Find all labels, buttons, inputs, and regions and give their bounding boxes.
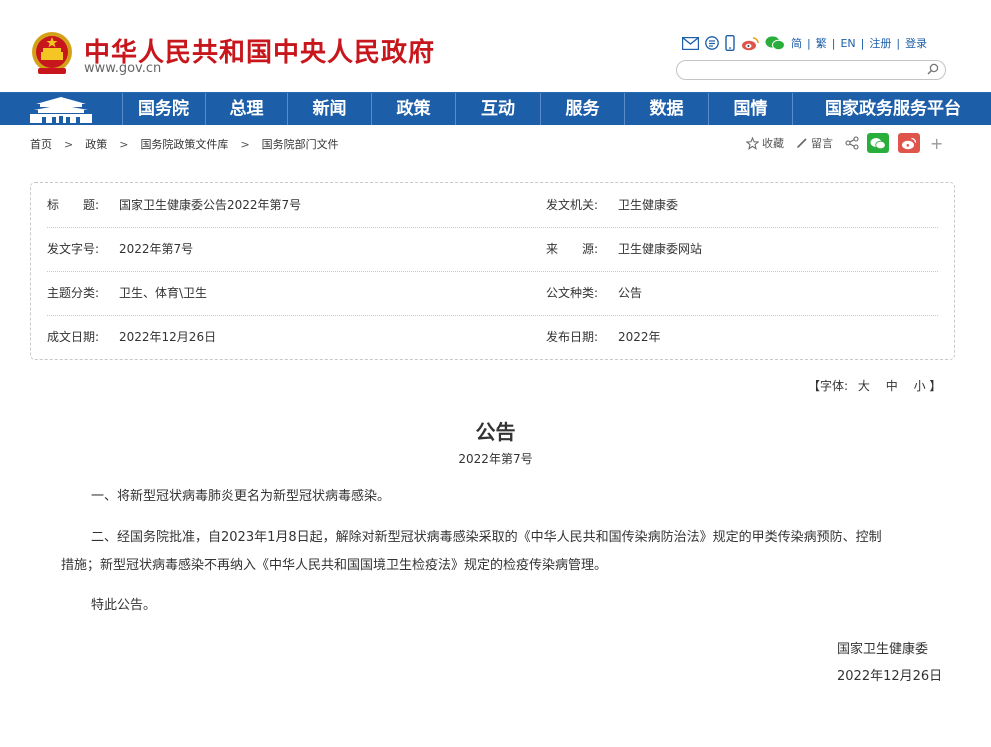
comment-label: 留言 — [811, 137, 833, 150]
nav-item-national-info[interactable]: 国情 — [709, 93, 793, 125]
document-info-box: 标 题: 国家卫生健康委公告2022年第7号 发文机关: 卫生健康委 发文字号:… — [30, 182, 955, 360]
topic-value: 卫生、体育\卫生 — [119, 286, 208, 300]
national-emblem-icon[interactable] — [30, 30, 74, 76]
font-size-medium[interactable]: 中 — [886, 379, 898, 393]
docno-value: 2022年第7号 — [119, 242, 194, 256]
info-row: 成文日期: 2022年12月26日 发布日期: 2022年 — [47, 315, 938, 359]
type-label: 公文种类: — [546, 286, 599, 300]
header-tools: 简 | 繁 | EN | 注册 | 登录 — [682, 34, 927, 52]
login-link[interactable]: 登录 — [905, 35, 927, 51]
article-paragraph-2-line-2: 措施；新型冠状病毒感染不再纳入《中华人民共和国国境卫生检疫法》规定的检疫传染病管… — [61, 558, 608, 573]
topic-label: 主题分类: — [47, 286, 100, 300]
chevron-right-icon: > — [119, 137, 129, 151]
site-header: 中华人民共和国中央人民政府 www.gov.cn 简 | 繁 | EN | 注册… — [0, 0, 991, 92]
collect-label: 收藏 — [762, 137, 784, 150]
nav-item-gov-service-platform[interactable]: 国家政务服务平台 — [793, 93, 991, 125]
info-row: 主题分类: 卫生、体育\卫生 公文种类: 公告 — [47, 271, 938, 316]
divider: | — [860, 36, 865, 50]
article-title: 公告 — [475, 420, 516, 444]
info-row: 发文字号: 2022年第7号 来 源: 卫生健康委网站 — [47, 227, 938, 272]
star-icon — [746, 136, 759, 150]
tiananmen-icon — [30, 97, 92, 123]
main-nav: 国务院 总理 新闻 政策 互动 服务 数据 国情 国家政务服务平台 — [0, 92, 991, 125]
divider: | — [831, 36, 836, 50]
date-value: 2022年12月26日 — [119, 330, 217, 344]
nav-item-premier[interactable]: 总理 — [206, 93, 288, 125]
pen-icon — [797, 138, 807, 148]
comment-button[interactable]: 留言 — [796, 135, 833, 151]
nav-item-service[interactable]: 服务 — [541, 93, 625, 125]
docno-label: 发文字号: — [47, 242, 100, 256]
search-box — [676, 60, 946, 80]
chevron-right-icon: > — [240, 137, 250, 151]
breadcrumb-department-docs[interactable]: 国务院部门文件 — [262, 136, 339, 152]
font-size-switcher: 【字体: 大 中 小 】 — [808, 377, 941, 394]
article-paragraph-1: 一、将新型冠状病毒肺炎更名为新型冠状病毒感染。 — [91, 489, 391, 504]
lang-english-link[interactable]: EN — [840, 37, 855, 50]
wechat-icon — [870, 137, 886, 149]
breadcrumb-home[interactable]: 首页 — [30, 136, 52, 152]
breadcrumb-policy[interactable]: 政策 — [85, 136, 107, 152]
type-value: 公告 — [618, 286, 643, 300]
divider: | — [807, 36, 811, 50]
share-bar: 收藏 留言 + — [746, 133, 943, 153]
source-value: 卫生健康委网站 — [618, 242, 703, 256]
info-row: 标 题: 国家卫生健康委公告2022年第7号 发文机关: 卫生健康委 — [47, 183, 938, 228]
divider: | — [896, 36, 901, 50]
weibo-icon — [902, 137, 917, 149]
font-size-close: 】 — [929, 379, 942, 393]
nav-item-data[interactable]: 数据 — [625, 93, 709, 125]
site-url[interactable]: www.gov.cn — [84, 61, 161, 76]
issuer-value: 卫生健康委 — [618, 198, 679, 212]
breadcrumb: 首页 > 政策 > 国务院政策文件库 > 国务院部门文件 — [30, 136, 339, 152]
title-value: 国家卫生健康委公告2022年第7号 — [119, 198, 302, 212]
nav-item-interaction[interactable]: 互动 — [456, 93, 541, 125]
article-doc-number: 2022年第7号 — [458, 452, 533, 466]
pubdate-label: 发布日期: — [546, 330, 599, 344]
signature-org: 国家卫生健康委 — [837, 642, 929, 657]
nav-item-state-council[interactable]: 国务院 — [122, 93, 206, 125]
weibo-icon[interactable] — [741, 36, 759, 51]
search-input[interactable] — [687, 62, 921, 78]
nav-item-policy[interactable]: 政策 — [372, 93, 456, 125]
wechat-icon[interactable] — [765, 35, 785, 51]
chevron-right-icon: > — [64, 137, 74, 151]
plus-icon[interactable]: + — [930, 134, 943, 153]
issuer-label: 发文机关: — [546, 198, 599, 212]
font-size-small[interactable]: 小 — [914, 379, 926, 393]
font-size-large[interactable]: 大 — [858, 379, 870, 393]
collect-button[interactable]: 收藏 — [746, 135, 784, 151]
font-size-open: 【字体: — [808, 379, 849, 393]
search-icon[interactable] — [927, 63, 939, 75]
article-paragraph-2-line-1: 二、经国务院批准，自2023年1月8日起，解除对新型冠状病毒感染采取的《中华人民… — [91, 530, 882, 545]
lang-simplified-link[interactable]: 简 — [791, 35, 802, 51]
mail-icon[interactable] — [682, 36, 699, 50]
nav-home[interactable] — [0, 93, 123, 125]
share-weibo-button[interactable] — [898, 133, 920, 153]
share-icon[interactable] — [845, 136, 859, 150]
date-label: 成文日期: — [47, 330, 100, 344]
pubdate-value: 2022年 — [618, 330, 661, 344]
breadcrumb-policy-library[interactable]: 国务院政策文件库 — [140, 136, 228, 152]
share-wechat-button[interactable] — [867, 133, 889, 153]
nav-item-news[interactable]: 新闻 — [288, 93, 372, 125]
lang-traditional-link[interactable]: 繁 — [816, 35, 827, 51]
rss-icon[interactable] — [705, 36, 719, 50]
mobile-icon[interactable] — [725, 35, 735, 51]
register-link[interactable]: 注册 — [869, 35, 891, 51]
title-label: 标 题: — [47, 198, 100, 212]
signature-date: 2022年12月26日 — [837, 669, 943, 684]
article-paragraph-3: 特此公告。 — [91, 598, 157, 613]
source-label: 来 源: — [546, 242, 599, 256]
